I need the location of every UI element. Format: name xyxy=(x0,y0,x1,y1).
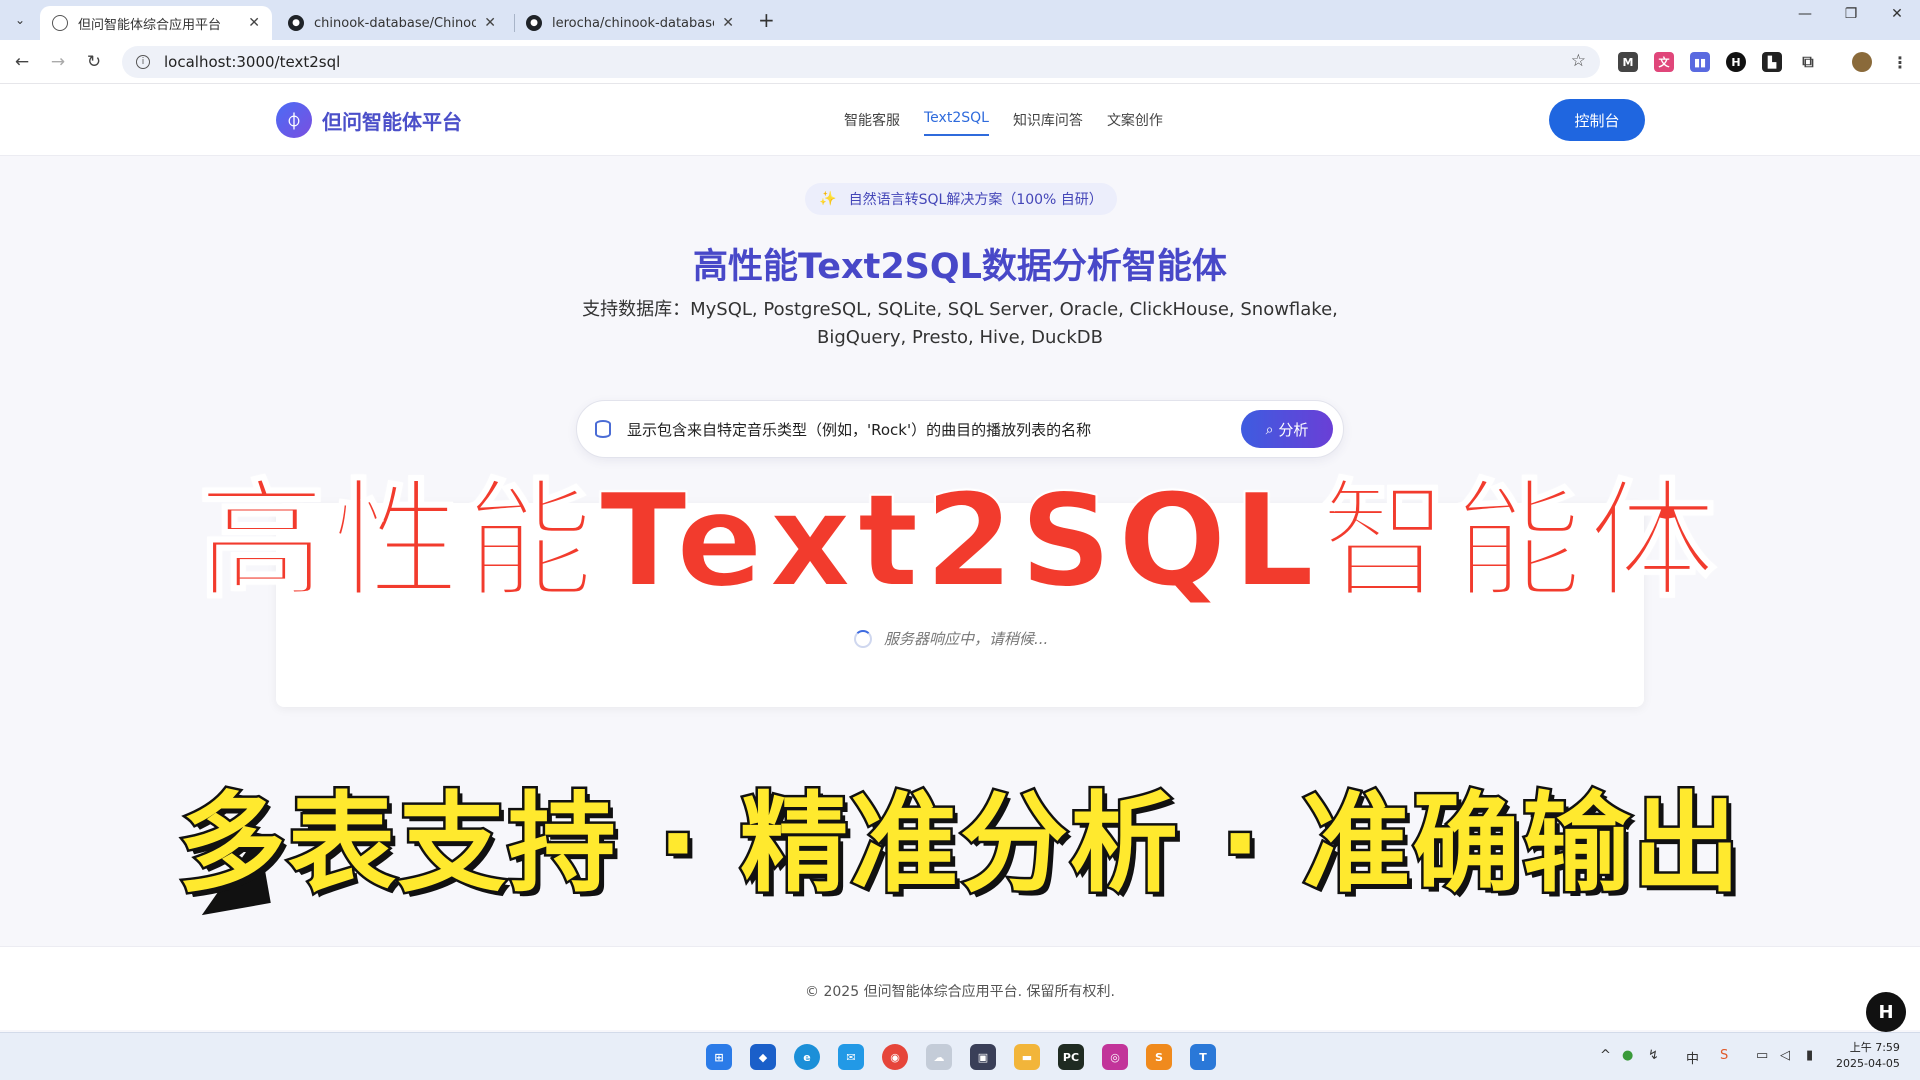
reload-icon[interactable]: ↻ xyxy=(82,50,106,74)
copyright-text: © 2025 但问智能体综合应用平台. 保留所有权利. xyxy=(0,981,1920,1001)
datagrip-icon[interactable]: ◎ xyxy=(1102,1044,1128,1070)
main-nav: 智能客服 Text2SQL 知识库问答 文案创作 xyxy=(844,110,1163,136)
tray-sogou-icon[interactable]: S xyxy=(1720,1048,1728,1063)
restore-icon[interactable]: ❐ xyxy=(1828,6,1874,22)
nav-copywriting[interactable]: 文案创作 xyxy=(1107,110,1163,136)
logo-mark-icon: ⏀ xyxy=(276,102,312,138)
badge-text: 自然语言转SQL解决方案（100% 自研） xyxy=(849,189,1103,209)
close-tab-icon[interactable]: ✕ xyxy=(248,15,260,31)
github-icon: ● xyxy=(526,15,542,31)
h-logo-icon[interactable]: H xyxy=(1866,992,1906,1032)
terminal-app-icon[interactable]: ▣ xyxy=(970,1044,996,1070)
clock-time: 上午 7:59 xyxy=(1836,1040,1900,1056)
page-title: 高性能Text2SQL数据分析智能体 xyxy=(0,238,1920,289)
globe-icon xyxy=(52,15,68,31)
extensions-puzzle-icon[interactable]: ⧉ xyxy=(1798,52,1818,72)
tab-search-chevron-icon[interactable]: ⌄ xyxy=(8,8,32,32)
ime-indicator[interactable]: 中 xyxy=(1686,1048,1699,1067)
file-explorer-icon[interactable]: ▬ xyxy=(1014,1044,1040,1070)
tab-title: 但问智能体综合应用平台 xyxy=(78,14,240,33)
site-info-icon[interactable]: i xyxy=(136,55,150,69)
extension-m-icon[interactable]: M xyxy=(1618,52,1638,72)
tray-network-icon[interactable]: ↯ xyxy=(1648,1048,1659,1063)
site-logo[interactable]: ⏀ 但问智能体平台 xyxy=(276,102,462,138)
minimize-icon[interactable]: — xyxy=(1782,6,1828,22)
security-shield-icon[interactable]: ◆ xyxy=(750,1044,776,1070)
extension-bookmark-icon[interactable]: ▙ xyxy=(1762,52,1782,72)
tab-lerocha-chinook[interactable]: ● lerocha/chinook-database: S ✕ xyxy=(514,6,746,40)
overlay-slogan: 多表支持 · 精准分析 · 准确输出 xyxy=(0,780,1920,910)
overlay-title: 高性能Text2SQL智能体 xyxy=(0,472,1920,612)
extension-h-icon[interactable]: H xyxy=(1726,52,1746,72)
query-input[interactable] xyxy=(627,420,1241,438)
url-text[interactable]: localhost:3000/text2sql xyxy=(164,53,340,71)
new-tab-button[interactable]: + xyxy=(758,8,775,32)
bookmark-star-icon[interactable]: ☆ xyxy=(1571,51,1586,71)
tab-title: chinook-database/ChinookD xyxy=(314,16,476,31)
logo-text: 但问智能体平台 xyxy=(322,106,462,135)
typora-icon[interactable]: T xyxy=(1190,1044,1216,1070)
tab-title: lerocha/chinook-database: S xyxy=(552,16,714,31)
site-header: ⏀ 但问智能体平台 智能客服 Text2SQL 知识库问答 文案创作 控制台 xyxy=(0,84,1920,156)
tab-dantwen-platform[interactable]: 但问智能体综合应用平台 ✕ xyxy=(40,6,272,40)
spinner-icon xyxy=(854,630,872,648)
console-button[interactable]: 控制台 xyxy=(1549,99,1645,141)
loading-text: 服务器响应中，请稍候... xyxy=(884,628,1048,649)
mail-app-icon[interactable]: ✉ xyxy=(838,1044,864,1070)
tray-display-icon[interactable]: ▭ xyxy=(1756,1048,1768,1063)
tray-volume-icon[interactable]: ◁ xyxy=(1780,1048,1790,1063)
tab-chinook-database[interactable]: ● chinook-database/ChinookD ✕ xyxy=(276,6,508,40)
nav-knowledge-qa[interactable]: 知识库问答 xyxy=(1013,110,1083,136)
database-icon xyxy=(595,420,611,438)
search-icon: ⌕ xyxy=(1266,421,1274,438)
sparkle-icon: ✨ xyxy=(819,191,836,207)
close-window-icon[interactable]: ✕ xyxy=(1874,6,1920,22)
back-icon[interactable]: ← xyxy=(10,50,34,74)
chrome-icon[interactable]: ◉ xyxy=(882,1044,908,1070)
close-tab-icon[interactable]: ✕ xyxy=(722,15,734,31)
edge-browser-icon[interactable]: e xyxy=(794,1044,820,1070)
nav-smart-service[interactable]: 智能客服 xyxy=(844,110,900,136)
cloud-app-icon[interactable]: ☁ xyxy=(926,1044,952,1070)
close-tab-icon[interactable]: ✕ xyxy=(484,15,496,31)
extension-pink-icon[interactable]: 文 xyxy=(1654,52,1674,72)
supported-databases: 支持数据库：MySQL, PostgreSQL, SQLite, SQL Ser… xyxy=(560,296,1360,352)
system-clock[interactable]: 上午 7:59 2025-04-05 xyxy=(1836,1040,1900,1072)
sublime-text-icon[interactable]: S xyxy=(1146,1044,1172,1070)
analyze-label: 分析 xyxy=(1278,419,1308,440)
clock-date: 2025-04-05 xyxy=(1836,1056,1900,1072)
browser-tab-bar: ⌄ 但问智能体综合应用平台 ✕ ● chinook-database/Chino… xyxy=(0,0,1920,40)
forward-icon[interactable]: → xyxy=(46,50,70,74)
site-footer: © 2025 但问智能体综合应用平台. 保留所有权利. xyxy=(0,946,1920,1030)
analyze-button[interactable]: ⌕ 分析 xyxy=(1241,410,1333,448)
tray-battery-icon[interactable]: ▮ xyxy=(1806,1048,1813,1063)
github-icon: ● xyxy=(288,15,304,31)
pycharm-icon[interactable]: PC xyxy=(1058,1044,1084,1070)
nav-text2sql[interactable]: Text2SQL xyxy=(924,110,989,136)
tray-app-icon[interactable]: ● xyxy=(1622,1048,1633,1063)
solution-badge: ✨ 自然语言转SQL解决方案（100% 自研） xyxy=(805,183,1117,215)
address-bar[interactable]: i localhost:3000/text2sql ☆ xyxy=(122,46,1600,78)
profile-avatar[interactable] xyxy=(1852,52,1872,72)
extension-blue-icon[interactable]: ▮▮ xyxy=(1690,52,1710,72)
tray-chevron-icon[interactable]: ^ xyxy=(1600,1048,1611,1063)
browser-menu-icon[interactable]: ⋮ xyxy=(1890,52,1910,72)
loading-indicator: 服务器响应中，请稍候... xyxy=(854,628,1048,649)
windows-start-icon[interactable]: ⊞ xyxy=(706,1044,732,1070)
query-search-bar: ⌕ 分析 xyxy=(576,400,1344,458)
